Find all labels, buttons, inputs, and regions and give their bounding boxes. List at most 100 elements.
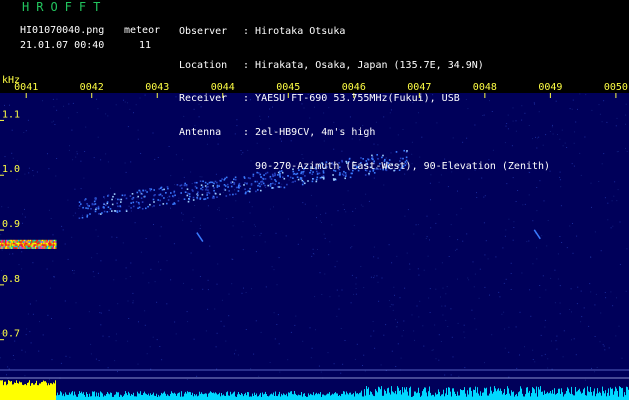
strength-bar bbox=[373, 395, 374, 400]
noise-speck bbox=[556, 348, 558, 350]
echo-pixel bbox=[27, 244, 29, 246]
echo-pixel bbox=[3, 241, 5, 243]
echo-pixel bbox=[201, 186, 204, 188]
noise-speck bbox=[39, 321, 40, 323]
echo-pixel bbox=[180, 192, 182, 194]
noise-speck bbox=[63, 105, 64, 107]
echo-pixel bbox=[216, 184, 219, 187]
echo-pixel bbox=[130, 202, 132, 204]
noise-speck bbox=[483, 222, 485, 224]
strength-bar bbox=[251, 396, 252, 400]
echo-pixel bbox=[85, 207, 87, 209]
echo-pixel bbox=[184, 191, 187, 193]
noise-speck bbox=[323, 233, 325, 235]
noise-speck bbox=[153, 224, 154, 225]
noise-speck bbox=[134, 222, 136, 224]
strength-bar bbox=[114, 394, 115, 400]
y-tick-label: 1.0 bbox=[2, 164, 20, 175]
info-antenna: Antenna: 2el-HB9CV, 4m's high bbox=[179, 127, 376, 139]
noise-speck bbox=[504, 347, 506, 349]
echo-pixel bbox=[49, 247, 51, 249]
echo-pixel bbox=[44, 244, 46, 246]
y-tick-label: 0.8 bbox=[2, 274, 20, 285]
noise-speck bbox=[217, 263, 219, 265]
noise-speck bbox=[467, 277, 469, 279]
noise-speck bbox=[54, 276, 55, 278]
strength-bar bbox=[184, 393, 185, 400]
strength-bar bbox=[204, 393, 205, 400]
strength-bar bbox=[242, 394, 243, 400]
echo-pixel bbox=[89, 213, 91, 215]
strength-bar bbox=[51, 383, 52, 400]
echo-pixel bbox=[19, 242, 21, 245]
echo-pixel bbox=[48, 244, 50, 246]
strength-bar bbox=[7, 384, 8, 400]
echo-pixel bbox=[25, 247, 27, 249]
noise-speck bbox=[457, 190, 458, 192]
strength-bar bbox=[475, 386, 476, 400]
strength-bar bbox=[21, 382, 22, 400]
strength-bar bbox=[519, 391, 520, 400]
noise-speck bbox=[4, 156, 6, 158]
noise-speck bbox=[591, 206, 592, 208]
strength-bar bbox=[178, 392, 179, 400]
noise-speck bbox=[48, 209, 50, 211]
strength-bar bbox=[395, 391, 396, 400]
strength-bar bbox=[101, 392, 102, 400]
echo-pixel bbox=[21, 242, 23, 245]
noise-speck bbox=[152, 336, 154, 338]
strength-bar bbox=[399, 390, 400, 400]
noise-speck bbox=[129, 276, 131, 277]
echo-pixel bbox=[213, 187, 215, 189]
noise-speck bbox=[347, 190, 349, 192]
echo-pixel bbox=[97, 207, 100, 210]
strength-bar bbox=[97, 396, 98, 400]
strength-bar bbox=[138, 393, 139, 400]
noise-speck bbox=[124, 101, 126, 103]
strength-bar bbox=[316, 392, 317, 400]
echo-pixel bbox=[21, 244, 23, 246]
noise-speck bbox=[574, 131, 575, 133]
strength-bar bbox=[533, 388, 534, 400]
strength-bar bbox=[598, 393, 599, 400]
echo-pixel bbox=[40, 244, 43, 246]
strength-bar bbox=[472, 396, 473, 400]
noise-speck bbox=[560, 205, 562, 207]
strength-bar bbox=[408, 395, 409, 400]
noise-speck bbox=[460, 208, 462, 210]
strength-bar bbox=[30, 385, 31, 400]
noise-speck bbox=[425, 238, 427, 239]
echo-pixel bbox=[30, 242, 32, 245]
echo-pixel bbox=[15, 242, 17, 245]
strength-bar bbox=[111, 392, 112, 400]
noise-speck bbox=[93, 276, 95, 278]
noise-speck bbox=[12, 253, 14, 255]
strength-bar bbox=[80, 393, 81, 400]
noise-speck bbox=[137, 363, 139, 365]
echo-pixel bbox=[173, 191, 175, 194]
echo-pixel bbox=[271, 187, 274, 189]
noise-speck bbox=[557, 278, 559, 280]
strength-bar bbox=[600, 392, 601, 400]
noise-speck bbox=[71, 129, 73, 131]
echo-pixel bbox=[6, 242, 8, 245]
noise-speck bbox=[397, 343, 399, 345]
strength-bar bbox=[282, 395, 283, 400]
echo-pixel bbox=[50, 239, 52, 242]
strength-bar bbox=[453, 388, 454, 400]
strength-bar bbox=[328, 393, 329, 400]
echo-pixel bbox=[125, 210, 128, 212]
noise-speck bbox=[546, 245, 548, 247]
strength-bar bbox=[483, 392, 484, 400]
noise-speck bbox=[590, 182, 592, 184]
echo-pixel bbox=[183, 184, 186, 187]
echo-pixel bbox=[12, 247, 14, 249]
strength-bar bbox=[53, 382, 54, 400]
noise-speck bbox=[355, 283, 357, 285]
noise-speck bbox=[137, 129, 139, 131]
noise-speck bbox=[555, 100, 557, 102]
echo-pixel bbox=[51, 242, 53, 245]
noise-speck bbox=[97, 272, 99, 274]
echo-pixel bbox=[34, 239, 37, 242]
echo-pixel bbox=[43, 239, 45, 242]
